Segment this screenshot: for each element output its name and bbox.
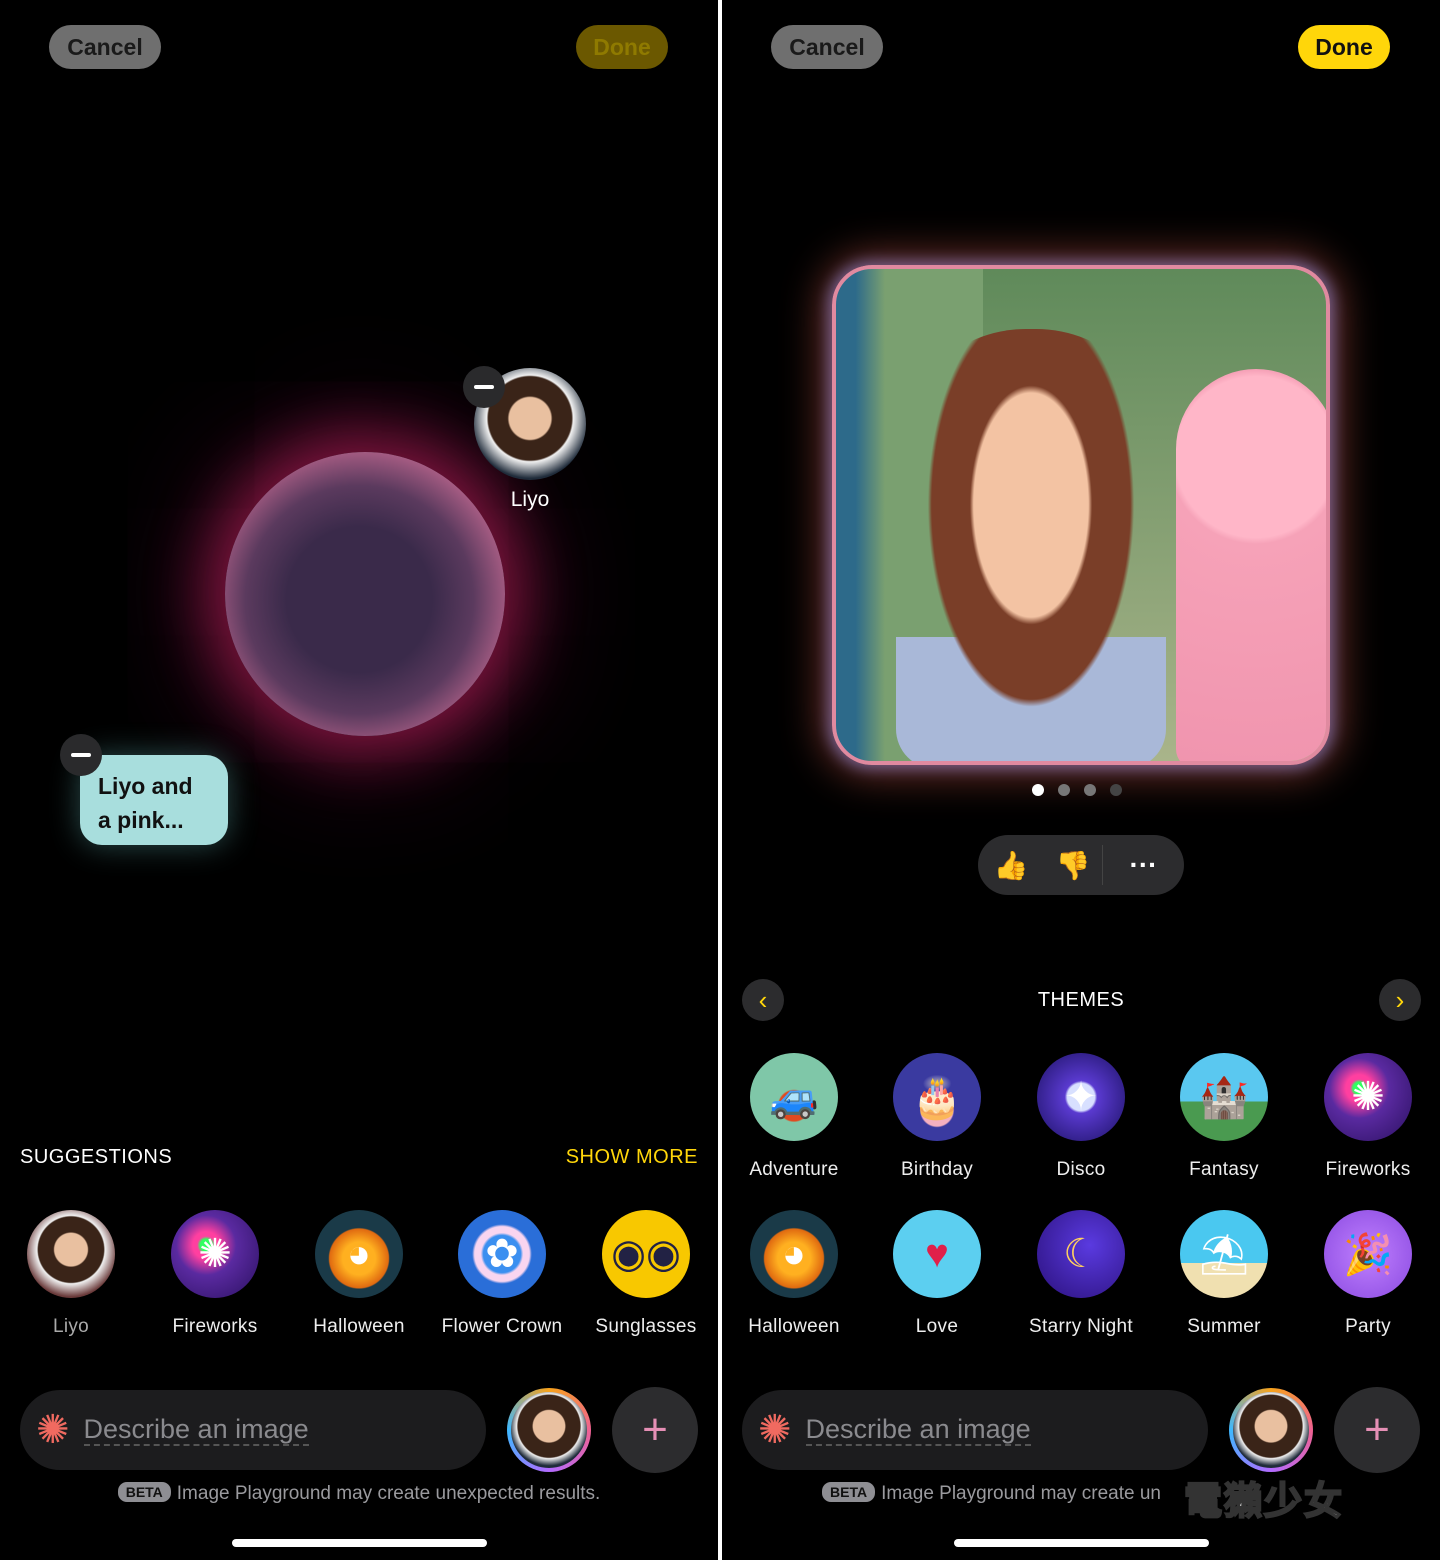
theme-halloween[interactable]: ◕ Halloween	[724, 1210, 864, 1338]
suggestion-liyo[interactable]: Liyo	[1, 1210, 141, 1338]
cancel-button[interactable]: Cancel	[49, 25, 161, 69]
beta-text: Image Playground may create unexpected r…	[176, 1483, 601, 1504]
feedback-bar: 👍 👎 ···	[978, 835, 1184, 895]
thumbs-down-icon[interactable]: 👎	[1044, 849, 1102, 882]
theme-label: Disco	[1056, 1159, 1106, 1180]
beta-notice: BETA Image Playground may create unexpect…	[0, 1482, 718, 1505]
page-dot-active[interactable]	[1032, 784, 1044, 796]
beta-text: Image Playground may create un	[881, 1483, 1161, 1504]
generation-orb	[225, 452, 505, 736]
theme-adventure[interactable]: 🚙 Adventure	[724, 1053, 864, 1181]
avatar	[511, 1392, 587, 1468]
remove-person-button[interactable]	[463, 366, 505, 408]
theme-birthday[interactable]: 🎂 Birthday	[867, 1053, 1007, 1181]
page-dots[interactable]	[1032, 784, 1122, 796]
theme-label: Halloween	[748, 1316, 840, 1337]
suggestion-label: Halloween	[313, 1316, 405, 1337]
prompt-bubble[interactable]: Liyo and a pink...	[80, 755, 228, 845]
theme-label: Adventure	[749, 1159, 839, 1180]
show-more-link[interactable]: SHOW MORE	[566, 1146, 698, 1169]
describe-input[interactable]: ✺ Describe an image	[742, 1390, 1208, 1470]
theme-fantasy[interactable]: 🏰 Fantasy	[1154, 1053, 1294, 1181]
theme-party[interactable]: 🎉 Party	[1298, 1210, 1438, 1338]
add-button[interactable]: +	[1334, 1387, 1420, 1473]
disco-ball-icon: ✦	[1037, 1053, 1125, 1141]
thumbs-up-icon[interactable]: 👍	[978, 849, 1044, 882]
page-dot-loading[interactable]	[1110, 784, 1122, 796]
remove-prompt-button[interactable]	[60, 734, 102, 776]
jack-o-lantern-icon: ◕	[315, 1210, 403, 1298]
theme-starry-night[interactable]: ☾ Starry Night	[1011, 1210, 1151, 1338]
describe-input[interactable]: ✺ Describe an image	[20, 1390, 486, 1470]
fireworks-icon: ✺	[1324, 1053, 1412, 1141]
pink-dog-figure	[1176, 369, 1326, 761]
home-indicator[interactable]	[954, 1539, 1209, 1547]
image-playground-icon: ✺	[758, 1408, 792, 1452]
castle-island-icon: 🏰	[1180, 1053, 1268, 1141]
suggestion-label: Fireworks	[172, 1316, 258, 1337]
theme-summer[interactable]: ⛱ Summer	[1154, 1210, 1294, 1338]
suggestions-title: SUGGESTIONS	[20, 1146, 173, 1168]
input-placeholder: Describe an image	[83, 1414, 309, 1446]
add-button[interactable]: +	[612, 1387, 698, 1473]
theme-label: Starry Night	[1029, 1316, 1133, 1337]
prompt-text: Liyo and a pink...	[98, 773, 193, 833]
beta-tag: BETA	[822, 1482, 876, 1502]
sunglasses-icon: ◉◉	[602, 1210, 690, 1298]
theme-label: Summer	[1187, 1316, 1261, 1337]
jeep-icon: 🚙	[750, 1053, 838, 1141]
fireworks-icon: ✺	[171, 1210, 259, 1298]
theme-disco[interactable]: ✦ Disco	[1011, 1053, 1151, 1181]
heart-balloon-icon: ♥	[893, 1210, 981, 1298]
theme-label: Party	[1345, 1316, 1391, 1337]
party-popper-icon: 🎉	[1324, 1210, 1412, 1298]
theme-fireworks[interactable]: ✺ Fireworks	[1298, 1053, 1438, 1181]
right-screen: Cancel Done 👍 👎 ··· ‹ THEMES › 🚙 Adventur…	[722, 0, 1440, 1560]
cake-icon: 🎂	[893, 1053, 981, 1141]
beta-tag: BETA	[117, 1482, 171, 1502]
suggestion-sunglasses[interactable]: ◉◉ Sunglasses	[576, 1210, 716, 1338]
done-button[interactable]: Done	[1298, 25, 1390, 69]
beach-umbrella-icon: ⛱	[1180, 1210, 1268, 1298]
home-indicator[interactable]	[232, 1539, 487, 1547]
image-playground-icon: ✺	[36, 1408, 70, 1452]
woman-figure	[896, 329, 1166, 761]
more-icon[interactable]: ···	[1103, 849, 1184, 881]
avatar	[1233, 1392, 1309, 1468]
person-name: Liyo	[510, 488, 550, 511]
left-screen: Cancel Done Liyo Liyo and a pink... SUGG…	[0, 0, 718, 1560]
watermark-logo: 電獺少女	[1183, 1478, 1345, 1524]
flower-crown-icon: ✿	[458, 1210, 546, 1298]
page-dot[interactable]	[1084, 784, 1096, 796]
suggestion-flower-crown[interactable]: ✿ Flower Crown	[432, 1210, 572, 1338]
moon-stars-icon: ☾	[1037, 1210, 1125, 1298]
theme-label: Love	[915, 1316, 959, 1337]
themes-title: THEMES	[1037, 989, 1125, 1011]
person-picker-button[interactable]	[507, 1388, 591, 1472]
person-photo-icon	[27, 1210, 115, 1298]
theme-love[interactable]: ♥ Love	[867, 1210, 1007, 1338]
generated-image[interactable]	[832, 265, 1330, 765]
suggestion-label: Liyo	[52, 1316, 90, 1337]
theme-label: Fantasy	[1189, 1159, 1259, 1180]
suggestion-fireworks[interactable]: ✺ Fireworks	[145, 1210, 285, 1338]
theme-label: Birthday	[900, 1159, 974, 1180]
themes-next-button[interactable]: ›	[1379, 979, 1421, 1021]
page-dot[interactable]	[1058, 784, 1070, 796]
cancel-button[interactable]: Cancel	[771, 25, 883, 69]
jack-o-lantern-icon: ◕	[750, 1210, 838, 1298]
input-placeholder: Describe an image	[805, 1414, 1031, 1446]
theme-label: Fireworks	[1325, 1159, 1411, 1180]
suggestion-label: Sunglasses	[595, 1316, 697, 1337]
suggestion-halloween[interactable]: ◕ Halloween	[289, 1210, 429, 1338]
person-picker-button[interactable]	[1229, 1388, 1313, 1472]
done-button[interactable]: Done	[576, 25, 668, 69]
suggestion-label: Flower Crown	[441, 1316, 563, 1337]
